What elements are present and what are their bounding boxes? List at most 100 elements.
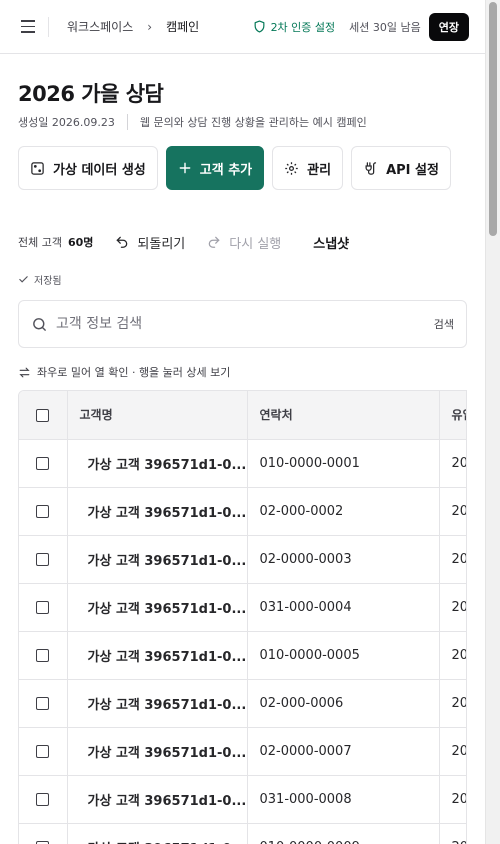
customer-phone: 010-0000-0005 [247, 631, 440, 680]
breadcrumb-workspace[interactable]: 워크스페이스 [67, 18, 133, 35]
undo-label: 되돌리기 [137, 236, 186, 252]
customer-date: 2026 [439, 439, 466, 488]
customer-date: 2026 [439, 823, 466, 844]
search-input[interactable] [56, 316, 434, 332]
api-settings-label: API 설정 [386, 162, 439, 178]
customer-name: 가상 고객 396571d1-0... [67, 775, 248, 824]
row-checkbox[interactable] [36, 792, 50, 806]
row-checkbox-cell [19, 823, 68, 844]
snapshot-button[interactable]: 스냅샷 [313, 233, 349, 252]
scrollbar-thumb[interactable] [489, 2, 497, 236]
menu-icon[interactable] [18, 17, 38, 37]
customer-name: 가상 고객 396571d1-0... [67, 679, 248, 728]
row-checkbox-cell [19, 439, 68, 488]
row-checkbox[interactable] [36, 840, 50, 844]
customer-name: 가상 고객 396571d1-0... [67, 727, 248, 776]
save-status: 저장됨 [18, 272, 62, 287]
select-all-cell [19, 391, 68, 440]
redo-icon [208, 236, 220, 248]
scroll-hint: 좌우로 밀어 열 확인 · 행을 눌러 상세 보기 [18, 364, 230, 380]
customer-date: 2026 [439, 583, 466, 632]
table-row[interactable]: 가상 고객 396571d1-0...031-000-00082026 [19, 775, 466, 824]
row-checkbox-cell [19, 727, 68, 776]
row-checkbox-cell [19, 679, 68, 728]
table-row[interactable]: 가상 고객 396571d1-0...010-0000-00052026 [19, 631, 466, 680]
redo-label: 다시 실행 [229, 236, 282, 252]
toolbar: 전체 고객 60명 되돌리기 다시 실행 스냅샷 [18, 232, 349, 252]
table-row[interactable]: 가상 고객 396571d1-0...02-0000-00072026 [19, 727, 466, 776]
row-checkbox[interactable] [36, 696, 50, 710]
row-checkbox[interactable] [36, 744, 50, 758]
created-date: 생성일 2026.09.23 [18, 116, 115, 129]
customer-phone: 02-000-0002 [247, 487, 440, 536]
table-row[interactable]: 가상 고객 396571d1-0...010-0000-00092026 [19, 823, 466, 844]
chevron-right-icon: › [147, 19, 153, 34]
row-checkbox-cell [19, 775, 68, 824]
customer-phone: 02-0000-0007 [247, 727, 440, 776]
table-row[interactable]: 가상 고객 396571d1-0...02-0000-00032026 [19, 535, 466, 584]
total-customers-label: 전체 고객 [18, 236, 62, 249]
save-status-label: 저장됨 [34, 276, 62, 287]
undo-icon [116, 236, 128, 248]
add-customer-button[interactable]: 고객 추가 [165, 146, 265, 190]
column-header-name[interactable]: 고객명 [67, 391, 248, 440]
row-checkbox[interactable] [36, 600, 50, 614]
row-checkbox-cell [19, 535, 68, 584]
two-factor-label: 2차 인증 설정 [270, 20, 336, 34]
row-checkbox[interactable] [36, 552, 50, 566]
page-meta: 생성일 2026.09.23 웹 문의와 상담 진행 상황을 관리하는 예시 캠… [18, 114, 367, 130]
row-checkbox[interactable] [36, 648, 50, 662]
divider [126, 114, 128, 130]
column-header-date[interactable]: 유입일 [439, 391, 466, 440]
extend-session-button[interactable]: 연장 [428, 12, 469, 41]
page: 워크스페이스 › 캠페인 2차 인증 설정 세션 30일 남음 연장 2026 … [0, 0, 485, 844]
customer-phone: 010-0000-0001 [247, 439, 440, 488]
customer-phone: 02-000-0006 [247, 679, 440, 728]
row-checkbox-cell [19, 487, 68, 536]
manage-button[interactable]: 관리 [272, 146, 344, 190]
search-box: 검색 [18, 300, 467, 348]
table-row[interactable]: 가상 고객 396571d1-0...010-0000-00012026 [19, 439, 466, 488]
customer-date: 2026 [439, 631, 466, 680]
customer-phone: 031-000-0004 [247, 583, 440, 632]
redo-button[interactable]: 다시 실행 [207, 233, 281, 252]
search-icon [33, 317, 46, 331]
check-icon [19, 276, 28, 283]
column-header-phone[interactable]: 연락처 [247, 391, 440, 440]
shield-icon [254, 20, 264, 33]
customer-date: 2026 [439, 775, 466, 824]
undo-button[interactable]: 되돌리기 [115, 233, 185, 252]
total-customers-count: 60명 [67, 236, 94, 249]
page-title: 2026 가을 상담 [18, 82, 164, 106]
divider [48, 16, 49, 37]
breadcrumb-campaign: 캠페인 [166, 20, 200, 34]
customer-table[interactable]: 고객명 연락처 유입일 가상 고객 396571d1-0...010-0000-… [18, 390, 467, 844]
customer-name: 가상 고객 396571d1-0... [67, 631, 248, 680]
plug-icon [365, 161, 377, 175]
customer-phone: 02-0000-0003 [247, 535, 440, 584]
campaign-description: 웹 문의와 상담 진행 상황을 관리하는 예시 캠페인 [139, 116, 367, 129]
gear-icon [285, 161, 298, 175]
page-scrollbar[interactable] [485, 0, 500, 844]
table-row[interactable]: 가상 고객 396571d1-0...02-000-00022026 [19, 487, 466, 536]
row-checkbox[interactable] [36, 456, 50, 470]
table-row[interactable]: 가상 고객 396571d1-0...031-000-00042026 [19, 583, 466, 632]
table-header-row: 고객명 연락처 유입일 [19, 391, 466, 440]
customer-phone: 010-0000-0009 [247, 823, 440, 844]
add-customer-label: 고객 추가 [199, 162, 253, 178]
swap-horizontal-icon [19, 367, 30, 377]
customer-date: 2026 [439, 487, 466, 536]
customer-date: 2026 [439, 535, 466, 584]
api-settings-button[interactable]: API 설정 [351, 146, 451, 190]
two-factor-link[interactable]: 2차 인증 설정 [253, 19, 336, 35]
select-all-checkbox[interactable] [36, 408, 50, 422]
customer-name: 가상 고객 396571d1-0... [67, 535, 248, 584]
table-row[interactable]: 가상 고객 396571d1-0...02-000-00062026 [19, 679, 466, 728]
row-checkbox[interactable] [36, 504, 50, 518]
row-checkbox-cell [19, 631, 68, 680]
plus-icon [179, 162, 191, 174]
generate-data-button[interactable]: 가상 데이터 생성 [18, 146, 158, 190]
row-checkbox-cell [19, 583, 68, 632]
action-bar: 가상 데이터 생성 고객 추가 관리 API 설정 [18, 146, 451, 190]
search-button[interactable]: 검색 [434, 316, 454, 332]
